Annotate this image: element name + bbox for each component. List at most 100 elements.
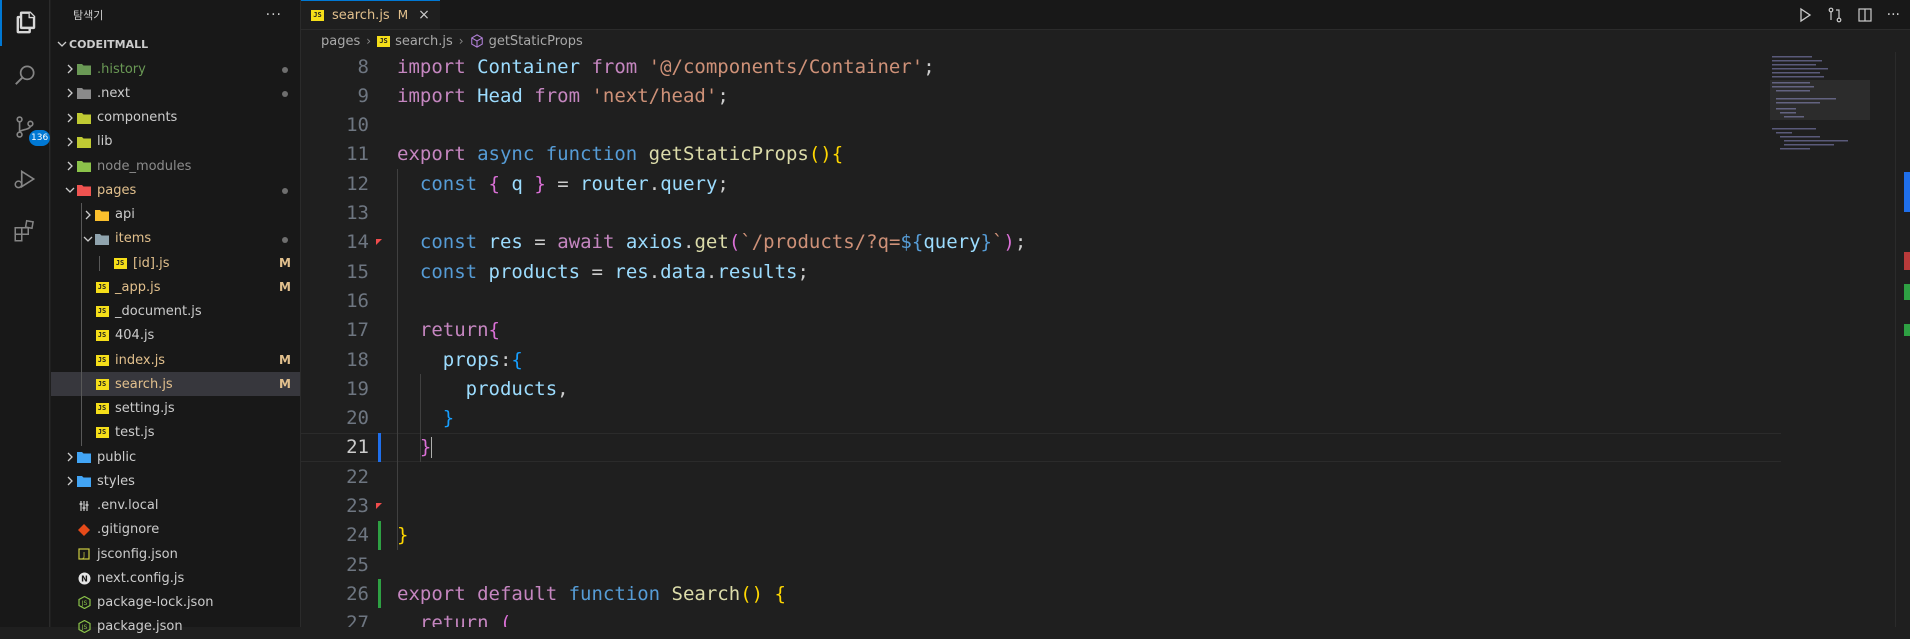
code-token: function [568, 582, 672, 605]
code-token: const [419, 260, 489, 283]
breadcrumb-item-file[interactable]: JS search.js [377, 34, 453, 49]
workspace-section[interactable]: CODEITMALL [51, 32, 300, 56]
code-token: axios [625, 231, 684, 254]
tree-file[interactable]: JS package-lock.json [51, 591, 300, 615]
gutter[interactable] [369, 111, 397, 140]
minimap[interactable] [1770, 52, 1870, 172]
gutter[interactable] [369, 286, 397, 315]
more-actions-button[interactable]: ··· [266, 7, 282, 23]
split-editor-icon[interactable] [1857, 7, 1873, 23]
tree-file[interactable]: JS [id].js M [51, 251, 300, 275]
tree-file[interactable]: .env.local [51, 494, 300, 518]
source-control-activity-button[interactable]: 136 [0, 104, 51, 150]
tree-file[interactable]: JS 404.js [51, 324, 300, 348]
folder-public-icon [77, 450, 91, 464]
code-token: } [419, 436, 432, 459]
tree-folder[interactable]: pages [51, 178, 300, 202]
chevron-right-icon [63, 113, 77, 123]
gutter[interactable] [369, 520, 397, 550]
gutter[interactable] [369, 316, 397, 345]
gutter[interactable] [369, 609, 397, 627]
run-debug-activity-button[interactable] [0, 156, 50, 202]
tree-file[interactable]: JS setting.js [51, 397, 300, 421]
line-number: 9 [357, 84, 369, 107]
breadcrumb-item-symbol[interactable]: getStaticProps [470, 34, 583, 49]
tree-file[interactable]: Nnext.config.js [51, 566, 300, 590]
added-lines-marker[interactable] [378, 520, 381, 550]
deleted-lines-marker[interactable] [376, 492, 382, 514]
tree-file[interactable]: JS index.js M [51, 348, 300, 372]
tree-folder[interactable]: node_modules [51, 154, 300, 178]
explorer-activity-button[interactable] [0, 0, 52, 46]
tree-folder[interactable]: api [51, 203, 300, 227]
line-number: 19 [346, 377, 369, 400]
code-token: 'next/head' [591, 84, 718, 107]
gutter[interactable] [369, 432, 397, 462]
line-number: 22 [346, 465, 369, 488]
code-editor[interactable]: 8 import Container from '@/components/Con… [301, 52, 1781, 628]
gutter[interactable] [369, 257, 397, 286]
folder-api-icon [95, 208, 109, 222]
deleted-lines-marker[interactable] [376, 228, 382, 250]
editor-area: JS search.js M × ··· pages › JS search.j… [301, 0, 1910, 627]
open-changes-icon[interactable] [1827, 7, 1843, 23]
tree-folder[interactable]: styles [51, 469, 300, 493]
tree-file[interactable]: JS test.js [51, 421, 300, 445]
tree-folder[interactable]: lib [51, 130, 300, 154]
chevron-right-icon [63, 137, 77, 147]
breadcrumb-item-pages[interactable]: pages [321, 34, 360, 49]
gutter[interactable] [369, 374, 397, 403]
js-file-icon: JS [113, 256, 127, 270]
code-line: 24} [301, 520, 1781, 550]
folder-pages-icon [77, 183, 91, 197]
tree-item-label: lib [97, 134, 113, 150]
code-token: export [397, 582, 478, 605]
gutter[interactable] [369, 228, 397, 257]
folder-lib-icon [77, 135, 91, 149]
gutter[interactable] [369, 462, 397, 491]
tree-file[interactable]: Jjsconfig.json [51, 542, 300, 566]
modified-lines-marker[interactable] [378, 432, 381, 462]
extensions-activity-button[interactable] [0, 208, 50, 254]
tree-file[interactable]: .gitignore [51, 518, 300, 542]
tree-file[interactable]: JS search.js M [51, 372, 300, 397]
close-tab-button[interactable]: × [418, 7, 430, 23]
run-icon[interactable] [1797, 7, 1813, 23]
gutter[interactable] [369, 579, 397, 609]
run-debug-icon [14, 169, 36, 189]
folder-components-icon [77, 111, 91, 125]
gutter[interactable] [369, 550, 397, 579]
gutter[interactable] [369, 52, 397, 81]
gutter[interactable] [369, 345, 397, 374]
code-token: } [397, 524, 409, 547]
gutter[interactable] [369, 140, 397, 169]
code-token: Search [671, 582, 741, 605]
tree-folder[interactable]: .next [51, 81, 300, 105]
tree-item-label: index.js [115, 352, 166, 368]
gutter[interactable] [369, 199, 397, 228]
git-modified-badge: M [279, 377, 291, 392]
tree-item-label: test.js [115, 425, 155, 441]
tab-search-js[interactable]: JS search.js M × [301, 0, 440, 29]
tree-folder[interactable]: items [51, 227, 300, 251]
tree-item-label: pages [97, 182, 137, 198]
tree-folder[interactable]: .history [51, 57, 300, 81]
more-editor-actions-button[interactable]: ··· [1887, 7, 1900, 23]
search-activity-button[interactable] [0, 52, 50, 98]
vertical-scrollbar[interactable] [1895, 52, 1910, 627]
code-token: query [660, 172, 718, 195]
code-token: getStaticProps [648, 143, 809, 166]
tree-file[interactable]: JS _app.js M [51, 275, 300, 299]
minimap-preview [1770, 56, 1870, 150]
tree-file[interactable]: JS _document.js [51, 300, 300, 324]
gutter[interactable] [369, 81, 397, 110]
tree-folder[interactable]: components [51, 106, 300, 130]
added-lines-marker[interactable] [378, 579, 381, 609]
gutter[interactable] [369, 492, 397, 521]
tree-item-label: api [115, 207, 135, 222]
tree-folder[interactable]: public [51, 445, 300, 469]
gutter[interactable] [369, 404, 397, 433]
gutter[interactable] [369, 169, 397, 198]
